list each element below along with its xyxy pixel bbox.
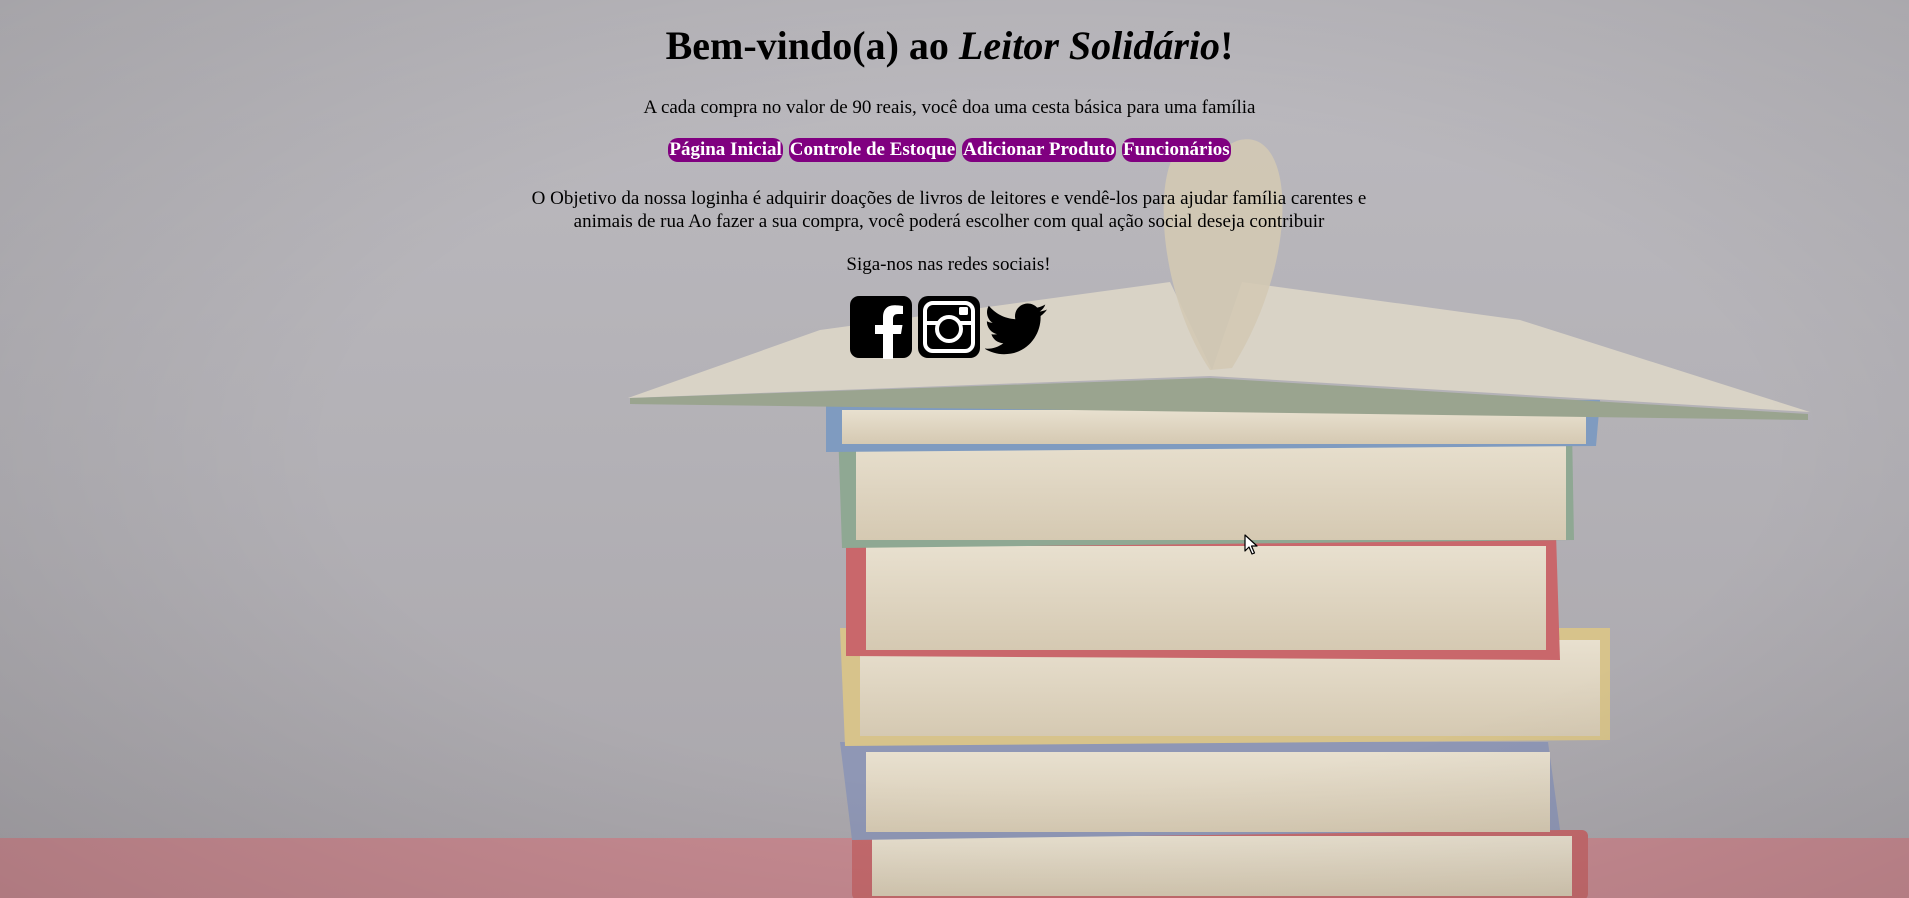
background-image — [0, 0, 1909, 898]
nav-link-adicionar-produto[interactable]: Adicionar Produto — [962, 138, 1117, 162]
facebook-link[interactable] — [849, 295, 913, 359]
mouse-cursor-icon — [1244, 534, 1258, 555]
nav-link-funcionarios[interactable]: Funcionários — [1122, 138, 1231, 162]
nav-link-controle-de-estoque[interactable]: Controle de Estoque — [788, 138, 957, 162]
about-text: O Objetivo da nossa loginha é adquirir d… — [531, 188, 1367, 232]
tagline: A cada compra no valor de 90 reais, você… — [643, 97, 1256, 118]
page-title: Bem-vindo(a) ao Leitor Solidário! — [0, 22, 1899, 70]
instagram-link[interactable] — [917, 295, 981, 359]
instagram-icon — [918, 296, 980, 358]
twitter-icon — [985, 303, 1047, 355]
twitter-link[interactable] — [985, 295, 1049, 359]
nav-link-pagina-inicial[interactable]: Página Inicial — [668, 138, 783, 162]
main-nav: Página Inicial Controle de Estoque Adicion… — [0, 138, 1899, 162]
brand-name: Leitor Solidário — [958, 23, 1221, 68]
social-links — [849, 295, 1053, 359]
facebook-icon — [850, 296, 912, 359]
title-prefix: Bem-vindo(a) ao — [665, 23, 959, 68]
title-suffix: ! — [1220, 23, 1234, 68]
social-heading: Siga-nos nas redes sociais! — [846, 254, 1051, 275]
